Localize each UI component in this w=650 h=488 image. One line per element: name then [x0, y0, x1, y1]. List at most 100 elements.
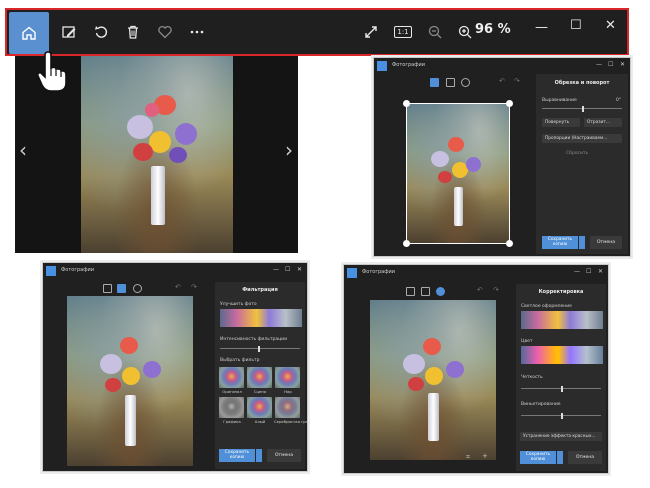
filter-thumb[interactable] [275, 367, 300, 388]
filter-thumb[interactable] [275, 397, 300, 418]
save-copy-label: Сохранить копию [525, 452, 551, 462]
aspect-ratio-dropdown[interactable]: Пропорции (Настраиваем... [542, 134, 622, 143]
crop-handle[interactable] [403, 240, 410, 247]
more-options-button[interactable] [183, 15, 211, 49]
crop-rotate-window: Фотографии — ☐ ✕ ↶ ↷ Обрезка и поворот В… [373, 57, 631, 257]
redo-icon[interactable]: ↷ [191, 283, 197, 291]
zoom-out-button[interactable] [421, 15, 449, 49]
favorite-button[interactable] [151, 15, 179, 49]
filter-tool-icon[interactable] [446, 78, 455, 87]
undo-icon[interactable]: ↶ [499, 77, 505, 85]
close-button[interactable]: ✕ [297, 266, 302, 273]
back-button[interactable] [347, 268, 357, 278]
choose-filter-label: Выбрать фильтр [220, 358, 260, 363]
rotate-button[interactable]: Повернуть [542, 118, 580, 127]
minimize-button[interactable]: — [596, 61, 602, 68]
undo-icon[interactable]: ↶ [477, 286, 483, 294]
delete-icon [128, 25, 138, 39]
hand-pointer-cursor-icon [36, 51, 67, 92]
previous-photo-button[interactable]: ‹ [19, 138, 27, 162]
panel-title: Фильтрация [242, 287, 278, 293]
crop-tool-icon[interactable] [430, 78, 439, 87]
filter-thumb[interactable] [219, 397, 244, 418]
reset-button[interactable]: Сбросить [566, 151, 588, 156]
minimize-button[interactable]: — [273, 266, 279, 273]
cancel-button[interactable]: Отмена [568, 451, 602, 464]
compare-icon[interactable]: ⌗ [466, 453, 470, 462]
light-label: Светлое оформление [521, 304, 572, 309]
vignette-slider[interactable] [521, 412, 601, 419]
back-button[interactable] [377, 61, 387, 71]
filter-thumb[interactable] [247, 367, 272, 388]
crop-preview-photo[interactable] [406, 103, 510, 244]
save-options-button[interactable] [557, 451, 563, 464]
minimize-button[interactable]: — [574, 268, 580, 275]
filter-thumb[interactable] [247, 397, 272, 418]
save-copy-button[interactable]: Сохранить копию [542, 236, 578, 249]
rotate-label: Повернуть [545, 120, 570, 125]
color-label: Цвет [521, 339, 533, 344]
red-eye-button[interactable]: Устранение эффекта красных... [520, 432, 602, 441]
redo-icon[interactable]: ↷ [514, 77, 520, 85]
straighten-slider[interactable] [542, 105, 622, 112]
fullscreen-button[interactable] [357, 15, 385, 49]
save-options-button[interactable] [256, 449, 262, 462]
redo-icon[interactable]: ↷ [493, 286, 499, 294]
save-options-button[interactable] [579, 236, 585, 249]
actual-size-button[interactable]: 1:1 [389, 15, 417, 49]
close-button[interactable]: ✕ [620, 61, 625, 68]
zoom-in-icon [458, 25, 472, 39]
adjust-tool-icon[interactable] [436, 287, 445, 296]
zoom-in-icon[interactable]: + [482, 452, 488, 460]
close-button[interactable]: ✕ [598, 268, 603, 275]
next-photo-button[interactable]: › [285, 138, 293, 162]
clarity-slider[interactable] [521, 385, 601, 392]
maximize-button[interactable]: ☐ [608, 61, 613, 68]
edit-image-button[interactable] [55, 15, 83, 49]
filter-thumb[interactable] [219, 367, 244, 388]
more-options-icon [190, 30, 204, 34]
close-button[interactable]: ✕ [605, 18, 616, 33]
undo-icon[interactable]: ↶ [175, 283, 181, 291]
color-strip[interactable] [521, 346, 603, 364]
maximize-button[interactable]: ☐ [570, 18, 582, 33]
save-copy-button[interactable]: Сохранить копию [219, 449, 255, 462]
enhance-photo-toggle[interactable] [220, 309, 302, 327]
save-copy-label: Сохранить копию [547, 237, 573, 247]
panel-title: Корректировка [538, 289, 584, 295]
filter-name: Оригинал [222, 389, 242, 394]
save-copy-button[interactable]: Сохранить копию [520, 451, 556, 464]
filter-tool-icon[interactable] [421, 287, 430, 296]
crop-handle[interactable] [506, 100, 513, 107]
delete-button[interactable] [119, 15, 147, 49]
filter-tool-icon[interactable] [117, 284, 126, 293]
crop-handle[interactable] [506, 240, 513, 247]
adjust-tool-icon[interactable] [461, 78, 470, 87]
home-button[interactable] [9, 12, 49, 54]
cancel-button[interactable]: Отмена [590, 236, 622, 249]
filter-name: Сцена [253, 389, 267, 394]
flip-label: Отразит... [587, 120, 610, 125]
main-photo [81, 56, 233, 253]
edit-image-icon [62, 26, 76, 38]
adjust-tool-icon[interactable] [133, 284, 142, 293]
window-title: Фотографии [392, 62, 425, 68]
light-strip[interactable] [521, 311, 603, 329]
back-button[interactable] [46, 266, 56, 276]
maximize-button[interactable]: ☐ [586, 268, 591, 275]
vignette-label: Виньетирование [521, 402, 561, 407]
flip-button[interactable]: Отразит... [584, 118, 622, 127]
rotate-icon [95, 26, 108, 38]
intensity-slider[interactable] [220, 345, 300, 352]
crop-tool-icon[interactable] [103, 284, 112, 293]
rotate-button[interactable] [87, 15, 115, 49]
fullscreen-icon [365, 26, 377, 38]
crop-handle[interactable] [403, 100, 410, 107]
panel-title: Обрезка и поворот [554, 80, 610, 86]
maximize-button[interactable]: ☐ [285, 266, 290, 273]
cancel-button[interactable]: Отмена [267, 449, 301, 462]
filter-preview-photo [67, 296, 193, 466]
adjustment-window: Фотографии — ☐ ✕ ↶ ↷ ⌗ + Корректировка С… [343, 264, 609, 474]
crop-tool-icon[interactable] [406, 287, 415, 296]
minimize-button[interactable]: — [535, 20, 548, 35]
